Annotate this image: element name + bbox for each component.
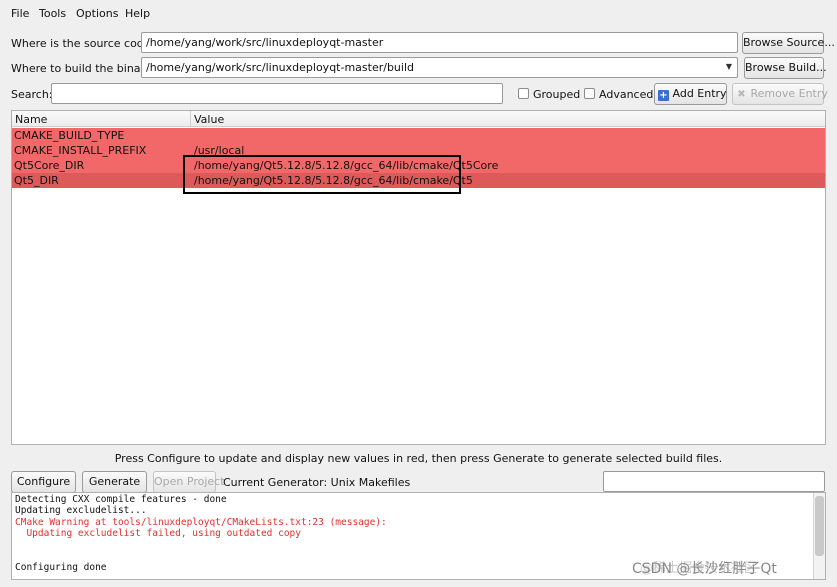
build-path-combo[interactable]: /home/yang/work/src/linuxdeployqt-master… xyxy=(141,57,738,78)
source-path-input[interactable]: /home/yang/work/src/linuxdeployqt-master xyxy=(141,32,738,53)
generate-button[interactable]: Generate xyxy=(82,471,147,493)
open-project-button[interactable]: Open Project xyxy=(153,471,225,493)
menu-file[interactable]: File xyxy=(11,7,29,20)
add-entry-button[interactable]: + Add Entry xyxy=(654,83,727,105)
search-label: Search: xyxy=(11,88,53,101)
advanced-checkbox[interactable] xyxy=(584,88,595,99)
column-header-value[interactable]: Value xyxy=(194,113,224,126)
table-row[interactable]: CMAKE_BUILD_TYPE xyxy=(12,128,825,143)
grouped-label: Grouped xyxy=(533,88,581,101)
row-name: CMAKE_INSTALL_PREFIX xyxy=(14,144,147,157)
column-divider xyxy=(190,111,191,127)
remove-icon: ✖ xyxy=(737,89,746,100)
browse-build-button[interactable]: Browse Build... xyxy=(744,57,827,79)
log-line: Updating excludelist... xyxy=(15,505,147,517)
add-entry-label: Add Entry xyxy=(672,87,727,100)
menu-options[interactable]: Options xyxy=(76,7,118,20)
table-header: Name Value xyxy=(12,111,825,127)
menu-bar: File Tools Options Help xyxy=(0,0,837,24)
browse-source-button[interactable]: Browse Source... xyxy=(742,32,835,54)
log-line: Detecting CXX compile features - done xyxy=(15,494,227,505)
build-path-value: /home/yang/work/src/linuxdeployqt-master… xyxy=(146,61,415,74)
configure-button[interactable]: Configure xyxy=(11,471,76,493)
log-scrollbar[interactable] xyxy=(813,493,825,579)
watermark: CSDN @长沙红胖子Qt xyxy=(632,561,777,577)
remove-entry-label: Remove Entry xyxy=(750,87,828,100)
plus-icon: + xyxy=(658,90,669,101)
row-name: CMAKE_BUILD_TYPE xyxy=(14,129,125,142)
remove-entry-button[interactable]: ✖ Remove Entry xyxy=(732,83,828,105)
grouped-checkbox[interactable] xyxy=(518,88,529,99)
column-header-name[interactable]: Name xyxy=(15,113,47,126)
hint-text: Press Configure to update and display ne… xyxy=(114,452,723,465)
log-line: CMake Warning at tools/linuxdeployqt/CMa… xyxy=(15,516,387,528)
menu-tools[interactable]: Tools xyxy=(39,7,66,20)
log-line: Updating excludelist failed, using outda… xyxy=(15,527,301,539)
source-label: Where is the source code: xyxy=(11,37,155,50)
generator-label: Current Generator: Unix Makefiles xyxy=(223,476,411,489)
log-line: Configuring done xyxy=(15,561,107,573)
advanced-label: Advanced xyxy=(599,88,654,101)
row-name: Qt5Core_DIR xyxy=(14,159,85,172)
progress-bar xyxy=(603,471,825,492)
highlight-box xyxy=(183,155,461,194)
row-name: Qt5_DIR xyxy=(14,174,59,187)
chevron-down-icon[interactable]: ▼ xyxy=(726,62,732,71)
menu-help[interactable]: Help xyxy=(125,7,150,20)
scroll-thumb[interactable] xyxy=(815,496,824,556)
search-input[interactable] xyxy=(51,83,503,104)
